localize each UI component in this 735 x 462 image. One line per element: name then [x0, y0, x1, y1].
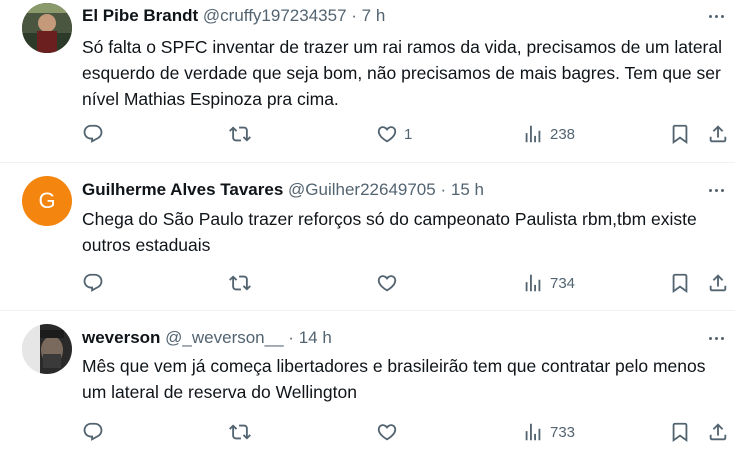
view-count: 733 — [550, 423, 576, 441]
timestamp[interactable]: 15 h — [451, 180, 484, 199]
action-bar: 734 — [0, 271, 735, 295]
reply-button[interactable] — [82, 122, 110, 146]
retweet-icon — [229, 126, 251, 142]
retweet-icon — [229, 275, 251, 291]
like-button[interactable] — [376, 420, 404, 444]
share-icon — [709, 274, 727, 292]
retweet-button[interactable] — [229, 122, 257, 146]
separator: · — [440, 180, 447, 199]
views-button[interactable]: 734 — [522, 271, 575, 295]
bookmark-icon — [672, 273, 688, 294]
views-button[interactable]: 733 — [522, 420, 575, 444]
reply-icon — [83, 273, 103, 292]
tweet-header: weverson @_weverson__ · 14 h — [82, 328, 685, 348]
reply-button[interactable] — [82, 271, 110, 295]
tweet[interactable]: El Pibe Brandt @cruffy197234357 · 7 h Só… — [0, 0, 735, 163]
tweet-text: Mês que vem já começa libertadores e bra… — [82, 356, 706, 402]
heart-icon — [377, 275, 397, 292]
display-name[interactable]: weverson — [82, 328, 160, 347]
tweet-header: El Pibe Brandt @cruffy197234357 · 7 h — [82, 6, 685, 26]
share-button[interactable] — [707, 122, 729, 146]
tweet-text: Chega do São Paulo trazer reforços só do… — [82, 209, 697, 255]
like-button[interactable] — [376, 271, 404, 295]
retweet-button[interactable] — [229, 420, 257, 444]
heart-icon — [377, 126, 397, 143]
views-icon — [525, 125, 541, 143]
views-icon — [525, 423, 541, 441]
separator: · — [288, 328, 294, 347]
view-count: 238 — [550, 125, 576, 143]
share-button[interactable] — [707, 420, 729, 444]
views-button[interactable]: 238 — [522, 122, 575, 146]
timestamp[interactable]: 14 h — [299, 328, 332, 347]
heart-icon — [377, 424, 397, 441]
tweet-header: Guilherme Alves Tavares @Guilher22649705… — [82, 180, 685, 200]
more-icon[interactable] — [705, 180, 727, 200]
action-bar: 733 — [0, 420, 735, 444]
tweet-text: Só falta o SPFC inventar de trazer um ra… — [82, 37, 722, 109]
share-icon — [709, 125, 727, 143]
tweet[interactable]: G Guilherme Alves Tavares @Guilher226497… — [0, 163, 735, 311]
user-handle[interactable]: @cruffy197234357 — [203, 6, 347, 25]
like-button[interactable]: 1 — [376, 122, 412, 146]
bookmark-icon — [672, 124, 688, 145]
user-handle[interactable]: @Guilher22649705 — [288, 180, 436, 199]
reply-icon — [83, 124, 103, 143]
display-name[interactable]: El Pibe Brandt — [82, 6, 198, 25]
views-icon — [525, 274, 541, 292]
separator: · — [351, 6, 357, 25]
more-icon[interactable] — [705, 6, 727, 26]
timestamp[interactable]: 7 h — [362, 6, 386, 25]
reply-button[interactable] — [82, 420, 110, 444]
retweet-button[interactable] — [229, 271, 257, 295]
replies-feed: El Pibe Brandt @cruffy197234357 · 7 h Só… — [0, 0, 735, 462]
avatar-letter: G — [38, 188, 56, 213]
share-icon — [709, 423, 727, 441]
avatar-photo — [22, 324, 72, 374]
action-bar: 1 238 — [0, 122, 735, 146]
bookmark-button[interactable] — [669, 420, 691, 444]
view-count: 734 — [550, 274, 576, 292]
user-handle[interactable]: @_weverson__ — [165, 328, 283, 347]
avatar[interactable] — [22, 324, 72, 374]
reply-icon — [83, 422, 103, 441]
display-name[interactable]: Guilherme Alves Tavares — [82, 180, 283, 199]
avatar[interactable] — [22, 3, 72, 53]
tweet[interactable]: weverson @_weverson__ · 14 h Mês que vem… — [0, 311, 735, 462]
more-icon[interactable] — [705, 328, 727, 348]
avatar[interactable]: G — [22, 176, 72, 226]
like-count: 1 — [404, 125, 413, 143]
share-button[interactable] — [707, 271, 729, 295]
avatar-photo — [22, 3, 72, 53]
retweet-icon — [229, 424, 251, 440]
bookmark-icon — [672, 422, 688, 443]
bookmark-button[interactable] — [669, 271, 691, 295]
bookmark-button[interactable] — [669, 122, 691, 146]
